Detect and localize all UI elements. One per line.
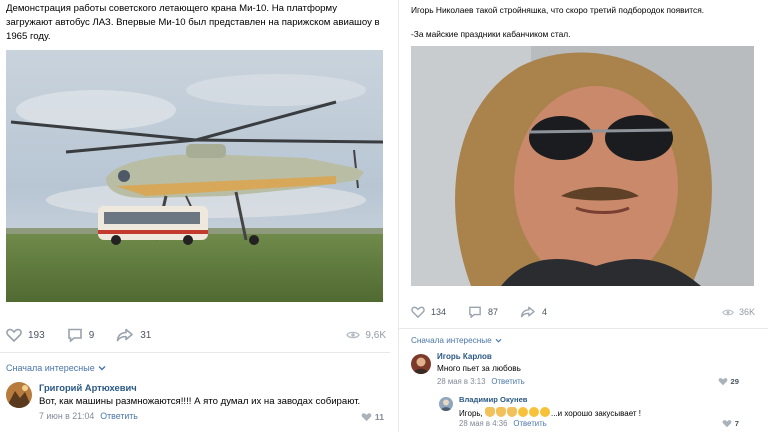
comment-count: 9 xyxy=(88,329,95,341)
divider xyxy=(0,352,390,353)
comment-like-count: 7 xyxy=(734,419,739,428)
comment-meta: 28 мая в 4:36 Ответить xyxy=(459,419,547,428)
views-counter: 9,6K xyxy=(346,330,386,341)
share-count: 4 xyxy=(542,307,548,317)
comment-like-button[interactable]: 11 xyxy=(361,412,384,422)
thumbs-up-emoji-icon xyxy=(496,407,507,417)
reply-link[interactable]: Ответить xyxy=(100,411,138,421)
share-button[interactable]: 4 xyxy=(520,306,547,318)
eye-icon xyxy=(722,309,734,315)
thumbs-up-emoji-icon xyxy=(485,407,496,417)
chevron-down-icon xyxy=(495,338,502,343)
comment-like-count: 11 xyxy=(374,412,384,422)
divider xyxy=(399,328,768,329)
post-actions: 193 9 31 9,6K xyxy=(6,326,386,344)
comment-text: Много пьет за любовь xyxy=(437,364,521,373)
heart-icon xyxy=(722,420,732,428)
post-photo-portrait[interactable] xyxy=(411,46,754,286)
post-text: Игорь Николаев такой стройняшка, что ско… xyxy=(411,4,751,40)
grinning-emoji-icon xyxy=(518,407,529,417)
post-photo-helicopter[interactable] xyxy=(6,50,383,302)
share-icon xyxy=(520,306,535,318)
thumbs-up-emoji-icon xyxy=(507,407,518,417)
comment-author[interactable]: Григорий Артюхевич xyxy=(39,382,137,393)
share-count: 31 xyxy=(140,329,152,341)
sort-label: Сначала интересные xyxy=(411,336,492,345)
reply-link[interactable]: Ответить xyxy=(513,419,546,428)
chevron-down-icon xyxy=(98,366,106,371)
comment-button[interactable]: 9 xyxy=(67,328,95,342)
comment-button[interactable]: 87 xyxy=(468,306,498,318)
reply-link[interactable]: Ответить xyxy=(491,377,524,386)
sort-dropdown[interactable]: Сначала интересные xyxy=(411,336,502,345)
view-count: 9,6K xyxy=(365,329,386,341)
heart-icon xyxy=(718,378,727,386)
grinning-emoji-icon xyxy=(540,407,551,417)
comment-meta: 28 мая в 3:13 Ответить xyxy=(437,377,525,386)
comment-date[interactable]: 28 мая в 4:36 xyxy=(459,419,507,428)
post-text-line: -За майские праздники кабанчиком стал. xyxy=(411,29,571,39)
comment-meta: 7 июн в 21:04 Ответить xyxy=(39,411,138,421)
views-counter: 36K xyxy=(722,307,755,317)
right-post: Игорь Николаев такой стройняшка, что ско… xyxy=(398,0,768,432)
heart-icon xyxy=(6,328,22,342)
comment-icon xyxy=(469,306,481,318)
comment-like-button[interactable]: 29 xyxy=(718,377,739,386)
avatar[interactable] xyxy=(6,382,32,408)
heart-icon xyxy=(361,413,372,422)
like-count: 134 xyxy=(431,307,447,317)
comment-text: Игорь, ...и хорошо закусывает ! xyxy=(459,407,641,418)
share-button[interactable]: 31 xyxy=(116,328,151,342)
comment-author[interactable]: Игорь Карлов xyxy=(437,352,492,361)
grinning-emoji-icon xyxy=(529,407,540,417)
comment-text: Вот, как машины размножаются!!!! А ято д… xyxy=(39,396,361,407)
comment-text-prefix: Игорь, xyxy=(459,409,483,418)
comment-text-suffix: ...и хорошо закусывает ! xyxy=(551,409,641,418)
eye-icon xyxy=(346,331,361,339)
post-text-line: Игорь Николаев такой стройняшка, что ско… xyxy=(411,5,705,15)
comment-author[interactable]: Владимир Окунев xyxy=(459,395,527,404)
sort-label: Сначала интересные xyxy=(6,363,95,373)
like-button[interactable]: 134 xyxy=(411,306,446,318)
comment-like-count: 29 xyxy=(730,377,739,386)
left-post: Демонстрация работы советского летающего… xyxy=(0,0,390,432)
like-count: 193 xyxy=(28,329,45,341)
like-button[interactable]: 193 xyxy=(6,328,45,342)
comment-date[interactable]: 28 мая в 3:13 xyxy=(437,377,485,386)
comment-count: 87 xyxy=(488,307,499,317)
avatar[interactable] xyxy=(439,397,453,411)
comment: Григорий Артюхевич Вот, как машины размн… xyxy=(6,380,386,432)
sort-dropdown[interactable]: Сначала интересные xyxy=(6,363,106,373)
comment-like-button[interactable]: 7 xyxy=(722,419,739,428)
comment-icon xyxy=(67,328,82,342)
avatar[interactable] xyxy=(411,354,431,374)
heart-icon xyxy=(411,306,425,318)
post-actions: 134 87 4 36K xyxy=(411,304,755,320)
comment-date[interactable]: 7 июн в 21:04 xyxy=(39,411,94,421)
comment: Игорь Карлов Много пьет за любовь 28 мая… xyxy=(411,350,763,390)
share-icon xyxy=(116,328,134,342)
post-text: Демонстрация работы советского летающего… xyxy=(6,3,380,42)
comment-reply: Владимир Окунев Игорь, ...и хорошо закус… xyxy=(439,393,763,432)
view-count: 36K xyxy=(738,307,755,317)
